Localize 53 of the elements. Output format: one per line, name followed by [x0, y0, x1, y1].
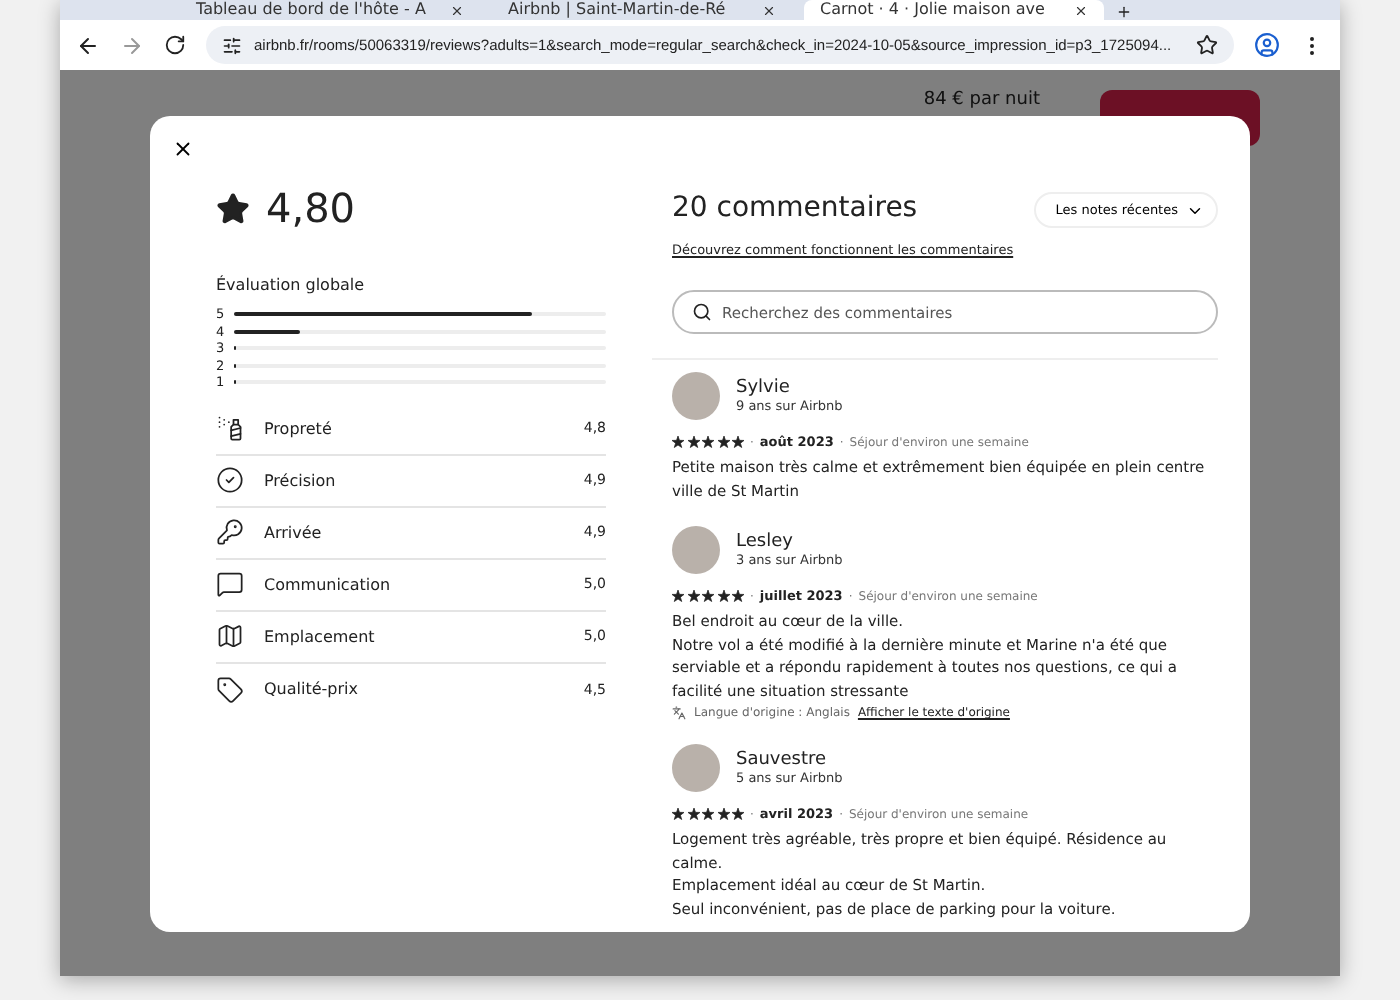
forward-icon[interactable]: [120, 33, 144, 57]
bookmark-star-icon[interactable]: [1196, 34, 1218, 56]
site-settings-icon[interactable]: [222, 35, 242, 55]
close-icon[interactable]: [450, 3, 464, 17]
avatar-circle: [672, 744, 720, 792]
reviews-title: 20 commentaires: [672, 192, 920, 224]
category-label: Communication: [264, 575, 393, 593]
browser-tab[interactable]: Tableau de bord de l'hôte - A: [180, 0, 480, 20]
avatar-circle: [672, 526, 720, 574]
star-icon: [672, 436, 684, 448]
star-icon: [732, 590, 744, 602]
star-icon: [717, 590, 729, 602]
star-icon: [687, 808, 699, 820]
star-icon: [732, 808, 744, 820]
star-icon: [717, 436, 729, 448]
star-icon: [687, 436, 699, 448]
category-label: Emplacement: [264, 627, 377, 645]
reviewer-name: Sauvestre: [736, 750, 829, 770]
star-icon: [216, 191, 250, 225]
profile-icon[interactable]: [1254, 32, 1280, 58]
price-text: 84 € par nuit: [923, 90, 1040, 110]
star-icon: [717, 808, 729, 820]
key-icon: [216, 518, 244, 546]
rating-value: 4,80: [266, 184, 356, 232]
category-label: Qualité-prix: [264, 680, 360, 698]
category-label: Précision: [264, 471, 338, 489]
close-icon: [172, 138, 194, 160]
star-icon: [702, 436, 714, 448]
tag-icon: [216, 675, 244, 703]
reviewer-name: Lesley: [736, 532, 795, 552]
search-icon: [692, 302, 712, 322]
close-icon[interactable]: [762, 3, 776, 17]
category-label: Arrivée: [264, 523, 324, 541]
star-icon: [732, 436, 744, 448]
star-icon: [702, 590, 714, 602]
star-icon: [687, 590, 699, 602]
star-icon: [672, 590, 684, 602]
speech-bubble-icon: [216, 570, 244, 598]
avatar-circle: [672, 372, 720, 420]
back-icon[interactable]: [76, 33, 100, 57]
reload-icon[interactable]: [164, 34, 186, 56]
new-tab-icon[interactable]: [1116, 4, 1132, 20]
browser-tab[interactable]: Airbnb | Saint-Martin-de-Ré: [492, 0, 792, 20]
browser-tab[interactable]: Carnot · 4 · Jolie maison ave: [804, 0, 1104, 20]
star-icon: [702, 808, 714, 820]
overall-rating-label: Évaluation globale: [216, 276, 367, 294]
close-icon[interactable]: [1074, 3, 1088, 17]
check-circle-icon: [216, 466, 244, 494]
map-icon: [216, 622, 244, 650]
category-label: Propreté: [264, 419, 334, 437]
star-icon: [672, 808, 684, 820]
translate-icon: [672, 706, 686, 720]
reviewer-name: Sylvie: [736, 378, 792, 398]
